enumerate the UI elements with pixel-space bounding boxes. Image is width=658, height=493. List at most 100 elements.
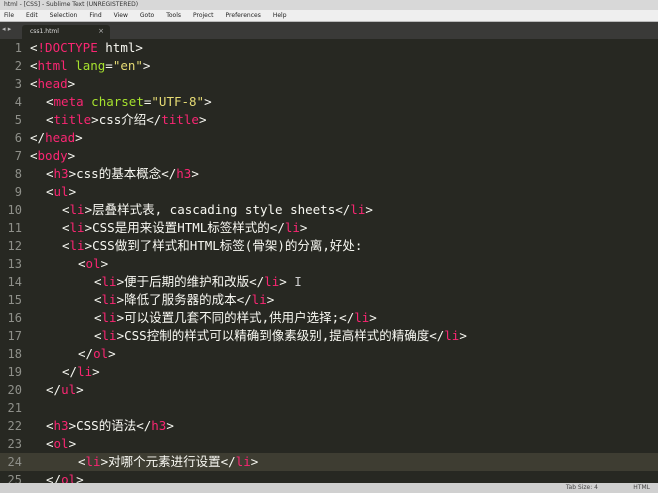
menu-item-goto[interactable]: Goto xyxy=(138,10,156,21)
code-line[interactable]: 25 </ol> xyxy=(0,471,658,483)
menu-item-find[interactable]: Find xyxy=(87,10,103,21)
code-line[interactable]: 11 <li>CSS是用来设置HTML标签样式的</li> xyxy=(0,219,658,237)
code-token: li xyxy=(101,292,117,307)
tab-nav-arrows-icon[interactable]: ◂ ▸ xyxy=(2,25,11,33)
code-token: li xyxy=(235,454,251,469)
code-token: ol xyxy=(93,346,109,361)
code-text: </li> xyxy=(62,363,100,381)
code-text: <li>CSS是用来设置HTML标签样式的</li> xyxy=(62,219,307,237)
code-line[interactable]: 12 <li>CSS做到了样式和HTML标签(骨架)的分离,好处: xyxy=(0,237,658,255)
code-line[interactable]: 16 <li>可以设置几套不同的样式,供用户选择;</li> xyxy=(0,309,658,327)
window-title: html - [CSS] - Sublime Text (UNREGISTERE… xyxy=(4,1,139,8)
code-line[interactable]: 19 </li> xyxy=(0,363,658,381)
code-line[interactable]: 17 <li>CSS控制的样式可以精确到像素级别,提高样式的精确度</li> xyxy=(0,327,658,345)
menu-item-file[interactable]: File xyxy=(2,10,16,21)
code-text: </ol> xyxy=(78,345,116,363)
code-line[interactable]: 6 </head> xyxy=(0,129,658,147)
code-text: <ol> xyxy=(78,255,108,273)
code-line[interactable]: 23 <ol> xyxy=(0,435,658,453)
code-token: >CSS控制的样式可以精确到像素级别,提高样式的精确度</ xyxy=(116,328,445,343)
code-token: > xyxy=(198,112,207,127)
code-token: ul xyxy=(53,184,69,199)
menu-item-edit[interactable]: Edit xyxy=(24,10,40,21)
code-token: > xyxy=(67,76,76,91)
line-number: 15 xyxy=(7,293,22,307)
code-text: <li>便于后期的维护和改版</li> I xyxy=(94,273,302,291)
code-token: head xyxy=(45,130,76,145)
code-token: >可以设置几套不同的样式,供用户选择;</ xyxy=(116,310,355,325)
code-token: h3 xyxy=(53,166,69,181)
code-token: </ xyxy=(78,346,94,361)
code-line[interactable]: 20 </ul> xyxy=(0,381,658,399)
code-line[interactable]: 15 <li>降低了服务器的成本</li> xyxy=(0,291,658,309)
line-number: 24 xyxy=(7,455,22,469)
code-token: ol xyxy=(61,472,77,483)
code-line[interactable]: 22 <h3>CSS的语法</h3> xyxy=(0,417,658,435)
menu-item-tools[interactable]: Tools xyxy=(164,10,183,21)
code-token: < xyxy=(30,148,38,163)
tab-close-icon[interactable]: × xyxy=(98,25,104,38)
code-token: body xyxy=(37,148,68,163)
code-line[interactable]: 24 <li>对哪个元素进行设置</li> xyxy=(0,453,658,471)
code-token: > xyxy=(92,364,100,379)
code-token: ul xyxy=(61,382,77,397)
code-line[interactable]: 5 <title>css介绍</title> xyxy=(0,111,658,129)
code-token: h3 xyxy=(53,418,69,433)
code-token: < xyxy=(30,40,38,55)
code-token: < xyxy=(94,310,102,325)
code-token: >css介绍</ xyxy=(91,112,162,127)
code-line[interactable]: 8 <h3>css的基本概念</h3> xyxy=(0,165,658,183)
code-editor[interactable]: 1 <!DOCTYPE html> 2 <html lang="en"> 3 <head>… xyxy=(0,39,658,483)
menu-item-project[interactable]: Project xyxy=(191,10,216,21)
code-line[interactable]: 18 </ol> xyxy=(0,345,658,363)
tab-label: css1.html xyxy=(30,28,59,35)
code-line[interactable]: 9 <ul> xyxy=(0,183,658,201)
code-line[interactable]: 4 <meta charset="UTF-8"> xyxy=(0,93,658,111)
code-text: <head> xyxy=(30,75,75,93)
code-token: title xyxy=(53,112,92,127)
code-token: li xyxy=(444,328,460,343)
code-token: title xyxy=(161,112,199,127)
menu-item-view[interactable]: View xyxy=(112,10,130,21)
code-line[interactable]: 14 <li>便于后期的维护和改版</li> I xyxy=(0,273,658,291)
code-line[interactable]: 13 <ol> xyxy=(0,255,658,273)
code-token: >css的基本概念</ xyxy=(68,166,177,181)
code-token: >CSS的语法</ xyxy=(68,418,152,433)
code-token: > xyxy=(279,274,287,289)
code-token: < xyxy=(46,94,54,109)
line-number: 4 xyxy=(14,95,22,109)
menu-item-preferences[interactable]: Preferences xyxy=(224,10,263,21)
code-line[interactable]: 1 <!DOCTYPE html> xyxy=(0,39,658,57)
code-line[interactable]: 10 <li>层叠样式表, cascading style sheets</li> xyxy=(0,201,658,219)
line-number: 12 xyxy=(7,239,22,253)
code-text: </ol> xyxy=(46,471,84,483)
code-token: > xyxy=(266,292,275,307)
menu-item-help[interactable]: Help xyxy=(271,10,289,21)
code-token: li xyxy=(101,274,117,289)
line-number: 1 xyxy=(14,41,22,55)
tab-size-indicator[interactable]: Tab Size: 4 xyxy=(566,484,598,491)
code-text: <li>CSS控制的样式可以精确到像素级别,提高样式的精确度</li> xyxy=(94,327,467,345)
code-token: > xyxy=(75,130,83,145)
code-text: <title>css介绍</title> xyxy=(46,111,207,129)
code-token: li xyxy=(101,310,117,325)
menu-item-selection[interactable]: Selection xyxy=(48,10,80,21)
code-token: !DOCTYPE xyxy=(37,40,98,55)
code-line[interactable]: 21 xyxy=(0,399,658,417)
code-text: <ul> xyxy=(46,183,76,201)
code-line[interactable]: 3 <head> xyxy=(0,75,658,93)
code-token: > xyxy=(250,454,259,469)
tab-css1-html[interactable]: css1.html × xyxy=(22,25,110,39)
code-token: li xyxy=(284,220,300,235)
text-cursor-icon: I xyxy=(286,274,302,289)
code-line[interactable]: 2 <html lang="en"> xyxy=(0,57,658,75)
line-number: 17 xyxy=(7,329,22,343)
syntax-indicator[interactable]: HTML xyxy=(633,484,650,491)
code-token: < xyxy=(62,220,70,235)
code-token: < xyxy=(62,202,70,217)
code-text: </head> xyxy=(30,129,83,147)
code-line[interactable]: 7 <body> xyxy=(0,147,658,165)
status-bar: Tab Size: 4 HTML xyxy=(0,483,658,493)
code-token: h3 xyxy=(176,166,192,181)
code-token: ol xyxy=(85,256,101,271)
